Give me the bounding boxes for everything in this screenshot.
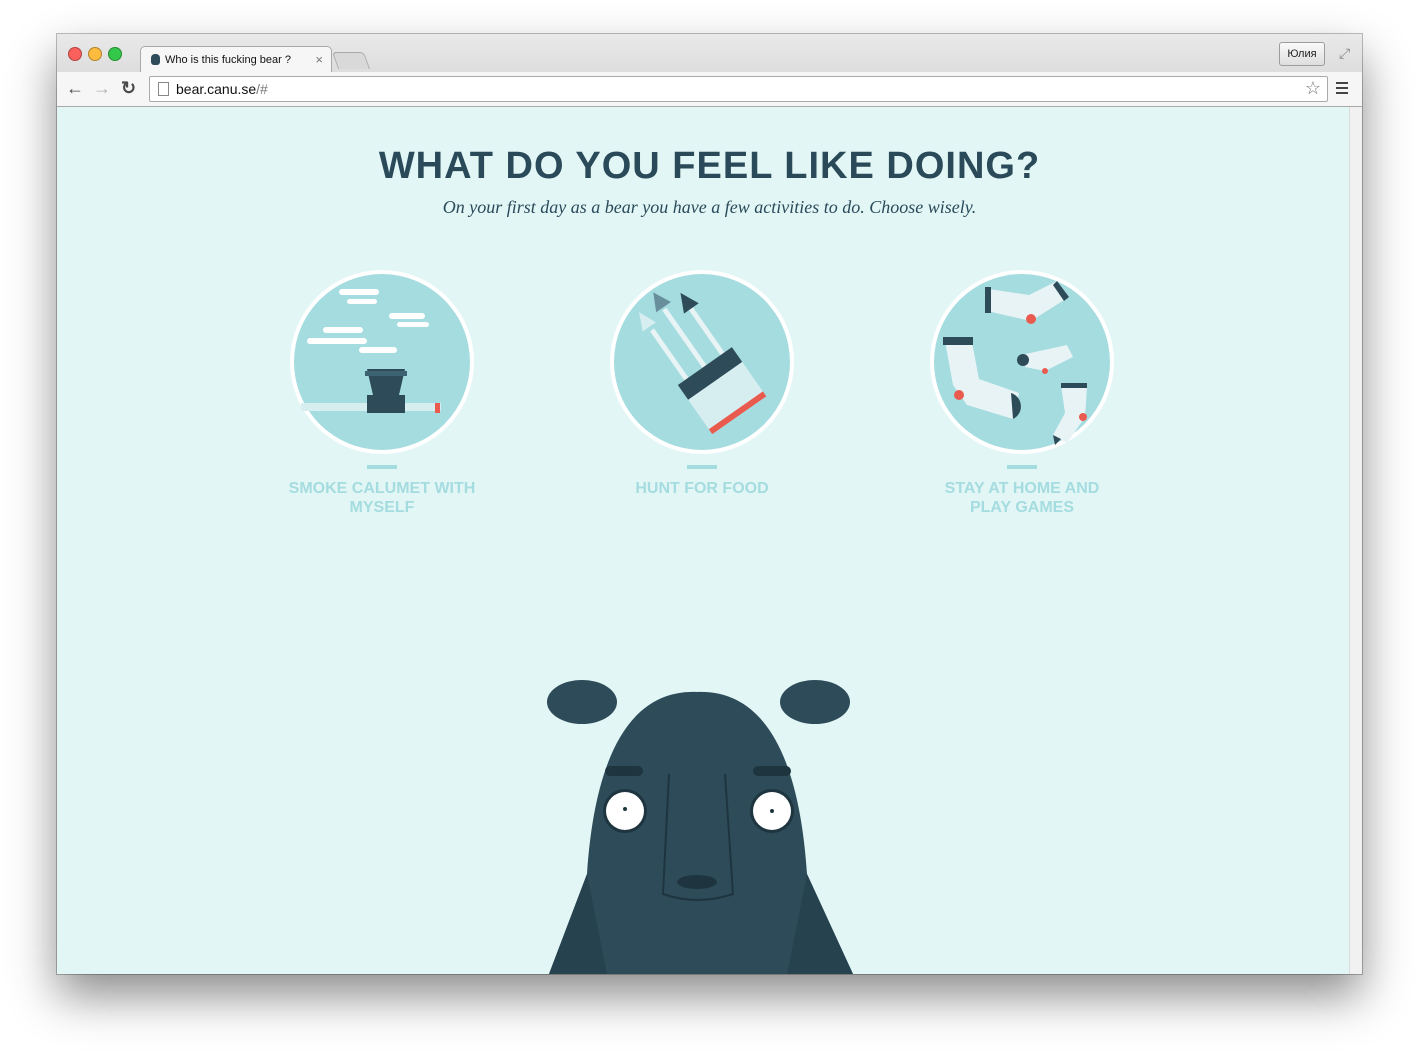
close-window-button[interactable] — [68, 47, 82, 61]
bear-illustration — [547, 680, 853, 974]
new-tab-button[interactable] — [331, 52, 371, 69]
activity-hunt-for-food[interactable]: HUNT FOR FOOD — [607, 267, 797, 498]
socks-icon — [930, 270, 1114, 454]
bear-left-brow — [605, 766, 643, 776]
page-icon — [158, 82, 169, 96]
browser-tab[interactable]: Who is this fucking bear ? × — [140, 46, 332, 73]
activity-smoke-calumet[interactable]: SMOKE CALUMET WITH MYSELF — [287, 267, 477, 517]
activity-label: STAY AT HOME AND PLAY GAMES — [944, 480, 1100, 516]
bear-right-brow — [753, 766, 791, 776]
activity-stay-home[interactable]: STAY AT HOME AND PLAY GAMES — [927, 267, 1117, 517]
fullscreen-icon[interactable]: ⤢ — [1339, 45, 1350, 62]
calumet-pipe-icon — [290, 270, 474, 454]
minimize-window-button[interactable] — [88, 47, 102, 61]
browser-chrome: Who is this fucking bear ? × Юлия ⤢ ← → … — [57, 34, 1362, 107]
vertical-scrollbar[interactable] — [1349, 107, 1362, 974]
activity-label: HUNT FOR FOOD — [635, 480, 769, 497]
bear-favicon-icon — [151, 54, 160, 65]
back-icon[interactable]: ← — [66, 78, 84, 99]
menu-icon[interactable] — [1336, 82, 1348, 97]
bear-right-ear — [780, 680, 850, 724]
activity-divider — [1007, 465, 1037, 469]
tab-title: Who is this fucking bear ? — [165, 54, 291, 66]
reload-icon[interactable]: ↻ — [121, 78, 136, 99]
page-content: WHAT DO YOU FEEL LIKE DOING? On your fir… — [57, 107, 1362, 974]
browser-window: Who is this fucking bear ? × Юлия ⤢ ← → … — [57, 34, 1362, 974]
activity-divider — [367, 465, 397, 469]
bear-left-ear — [547, 680, 617, 724]
address-bar[interactable]: bear.canu.se/# ☆ — [149, 76, 1328, 102]
bookmark-star-icon[interactable]: ☆ — [1305, 78, 1321, 99]
activity-divider — [687, 465, 717, 469]
url-text: bear.canu.se/# — [176, 81, 268, 97]
activity-label: SMOKE CALUMET WITH MYSELF — [288, 480, 476, 516]
browser-toolbar: ← → ↻ bear.canu.se/# ☆ — [57, 72, 1362, 106]
zoom-window-button[interactable] — [108, 47, 122, 61]
page-subtitle: On your first day as a bear you have a f… — [442, 197, 977, 217]
tab-close-icon[interactable]: × — [315, 52, 323, 67]
arrows-quiver-icon — [610, 270, 794, 454]
profile-button[interactable]: Юлия — [1279, 42, 1325, 66]
page-title: WHAT DO YOU FEEL LIKE DOING? — [378, 145, 1041, 187]
forward-icon[interactable]: → — [93, 78, 111, 99]
bear-nose — [677, 875, 717, 889]
